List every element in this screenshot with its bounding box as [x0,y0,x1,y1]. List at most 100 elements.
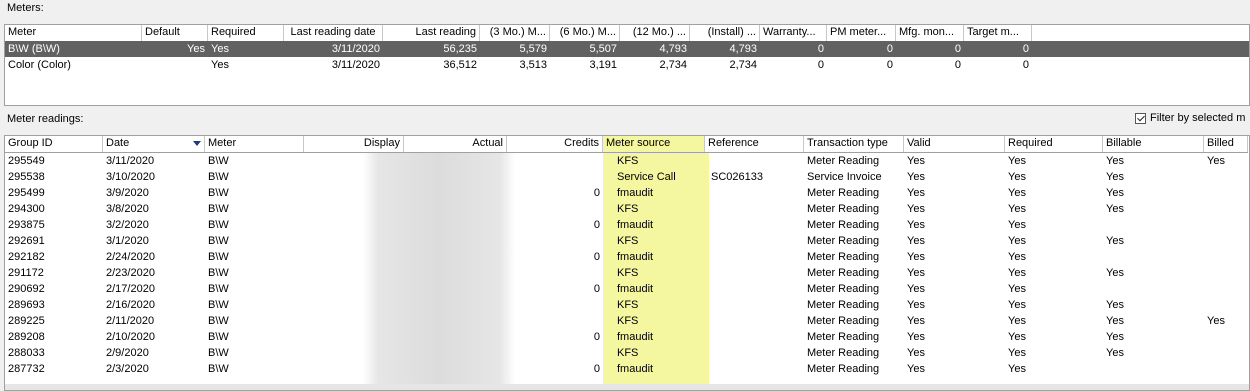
meters-col-default[interactable]: Default [142,25,208,41]
reading-row[interactable]: 295499 3/9/2020 B\W 0 fmaudit Meter Reading Ye… [5,185,1248,201]
reading-cell: Yes [907,203,925,215]
meters-col-pm-meter[interactable]: PM meter... [827,25,896,41]
reading-row[interactable]: 289208 2/10/2020 B\W 0 fmaudit Meter Reading Y… [5,329,1248,345]
reading-cell: KFS [617,315,639,327]
meters-grid[interactable]: Meter Default Required Last reading date Las… [4,24,1250,106]
reading-cell [705,361,804,377]
reading-cell: Yes [1008,315,1026,327]
reading-cell: 292691 [8,235,45,247]
reading-cell [507,153,603,169]
meter-cell: Yes [211,43,229,55]
reading-cell: Yes [907,251,925,263]
reading-cell [1204,345,1248,361]
reading-cell [1204,233,1248,249]
reading-cell: 2/24/2020 [106,251,155,263]
meters-col-last-reading[interactable]: Last reading [383,25,480,41]
filter-by-selected-meter[interactable]: Filter by selected m [1135,112,1245,124]
reading-cell: Yes [907,331,925,343]
reading-cell: 3/11/2020 [106,155,155,167]
reading-cell [404,281,507,297]
meters-col-install[interactable]: (Install) ... [690,25,760,41]
reading-cell: 0 [593,331,600,343]
reading-row[interactable]: 292182 2/24/2020 B\W 0 fmaudit Meter Reading Y… [5,249,1248,265]
reading-row[interactable]: 292691 3/1/2020 B\W KFS Meter Reading Yes Yes Y… [5,233,1248,249]
reading-cell: 295499 [8,187,45,199]
reading-row[interactable]: 289225 2/11/2020 B\W KFS Meter Reading Yes Yes… [5,313,1248,329]
readings-col-actual[interactable]: Actual [404,136,507,152]
reading-cell: B\W [208,363,229,375]
meters-col-3-mo-m[interactable]: (3 Mo.) M... [480,25,550,41]
reading-cell: Yes [1008,267,1026,279]
meters-col-last-reading-date[interactable]: Last reading date [284,25,383,41]
reading-row[interactable]: 295549 3/11/2020 B\W KFS Meter Reading Yes Yes… [5,153,1248,169]
readings-col-valid[interactable]: Valid [904,136,1005,152]
reading-cell: Yes [1207,155,1225,167]
readings-col-billable[interactable]: Billable [1103,136,1204,152]
meter-cell [142,57,208,73]
reading-cell [304,345,404,361]
meter-cell: 2,734 [659,59,687,71]
meter-cell: 0 [954,59,961,71]
reading-cell: B\W [208,299,229,311]
reading-cell: Service Invoice [807,171,882,183]
meters-col-12-mo[interactable]: (12 Mo.) ... [620,25,690,41]
meters-col-required[interactable]: Required [208,25,284,41]
reading-cell: B\W [208,203,229,215]
reading-cell [1103,281,1204,297]
reading-cell [404,217,507,233]
reading-cell [304,361,404,377]
filter-checkbox[interactable] [1135,112,1146,124]
readings-col-reference[interactable]: Reference [705,136,804,152]
readings-col-meter-source[interactable]: Meter source [603,136,705,152]
reading-cell: Yes [1106,315,1124,327]
filter-label: Filter by selected m [1150,112,1246,124]
meter-cell: B\W (B\W) [8,43,60,55]
meters-col-warranty[interactable]: Warranty... [760,25,827,41]
reading-row[interactable]: 295538 3/10/2020 B\W Service Call SC026133 Se… [5,169,1248,185]
reading-cell: Yes [1106,267,1124,279]
reading-row[interactable]: 294300 3/8/2020 B\W KFS Meter Reading Yes Yes Y… [5,201,1248,217]
reading-cell: Yes [907,283,925,295]
column-header-label: Actual [472,137,503,149]
readings-col-transaction-type[interactable]: Transaction type [804,136,904,152]
reading-cell: Meter Reading [807,299,880,311]
reading-cell: Meter Reading [807,283,880,295]
meters-col-meter[interactable]: Meter [5,25,142,41]
meter-readings-grid[interactable]: Group ID Date Meter Display Actual Credits Met… [4,135,1250,391]
reading-cell [1204,361,1248,377]
reading-cell: Service Call [617,171,676,183]
reading-row[interactable]: 290692 2/17/2020 B\W 0 fmaudit Meter Reading Y… [5,281,1248,297]
reading-cell [404,297,507,313]
reading-cell: Yes [907,299,925,311]
reading-cell: 289693 [8,299,45,311]
meter-row[interactable]: B\W (B\W) Yes Yes 3/11/2020 56,235 5,579 5,507… [5,41,1249,57]
readings-col-meter[interactable]: Meter [205,136,304,152]
meters-col-6-mo-m[interactable]: (6 Mo.) M... [550,25,620,41]
readings-col-credits[interactable]: Credits [507,136,603,152]
reading-cell: 0 [593,251,600,263]
reading-row[interactable]: 291172 2/23/2020 B\W KFS Meter Reading Yes Yes… [5,265,1248,281]
reading-cell: Yes [1008,235,1026,247]
reading-cell [705,249,804,265]
reading-row[interactable]: 287732 2/3/2020 B\W 0 fmaudit Meter Reading Ye… [5,361,1248,377]
reading-cell: 287732 [8,363,45,375]
readings-col-date[interactable]: Date [103,136,205,152]
reading-cell: 3/2/2020 [106,219,149,231]
readings-col-display[interactable]: Display [304,136,404,152]
reading-cell: fmaudit [617,283,654,295]
reading-cell [404,169,507,185]
meters-col-target-m[interactable]: Target m... [964,25,1032,41]
readings-col-required[interactable]: Required [1005,136,1103,152]
meter-row[interactable]: Color (Color) Yes 3/11/2020 36,512 3,513 3,19… [5,57,1249,73]
meters-col-mfg-mon[interactable]: Mfg. mon... [896,25,964,41]
reading-cell: 289208 [8,331,45,343]
reading-cell [705,313,804,329]
reading-row[interactable]: 293875 3/2/2020 B\W 0 fmaudit Meter Reading Ye… [5,217,1248,233]
reading-row[interactable]: 288033 2/9/2020 B\W KFS Meter Reading Yes Yes Y… [5,345,1248,361]
reading-row[interactable]: 289693 2/16/2020 B\W KFS Meter Reading Yes Yes… [5,297,1248,313]
horizontal-scrollbar[interactable] [5,384,1249,390]
reading-cell: fmaudit [617,219,654,231]
readings-col-billed[interactable]: Billed [1204,136,1248,152]
readings-col-group-id[interactable]: Group ID [5,136,103,152]
reading-cell [1103,249,1204,265]
